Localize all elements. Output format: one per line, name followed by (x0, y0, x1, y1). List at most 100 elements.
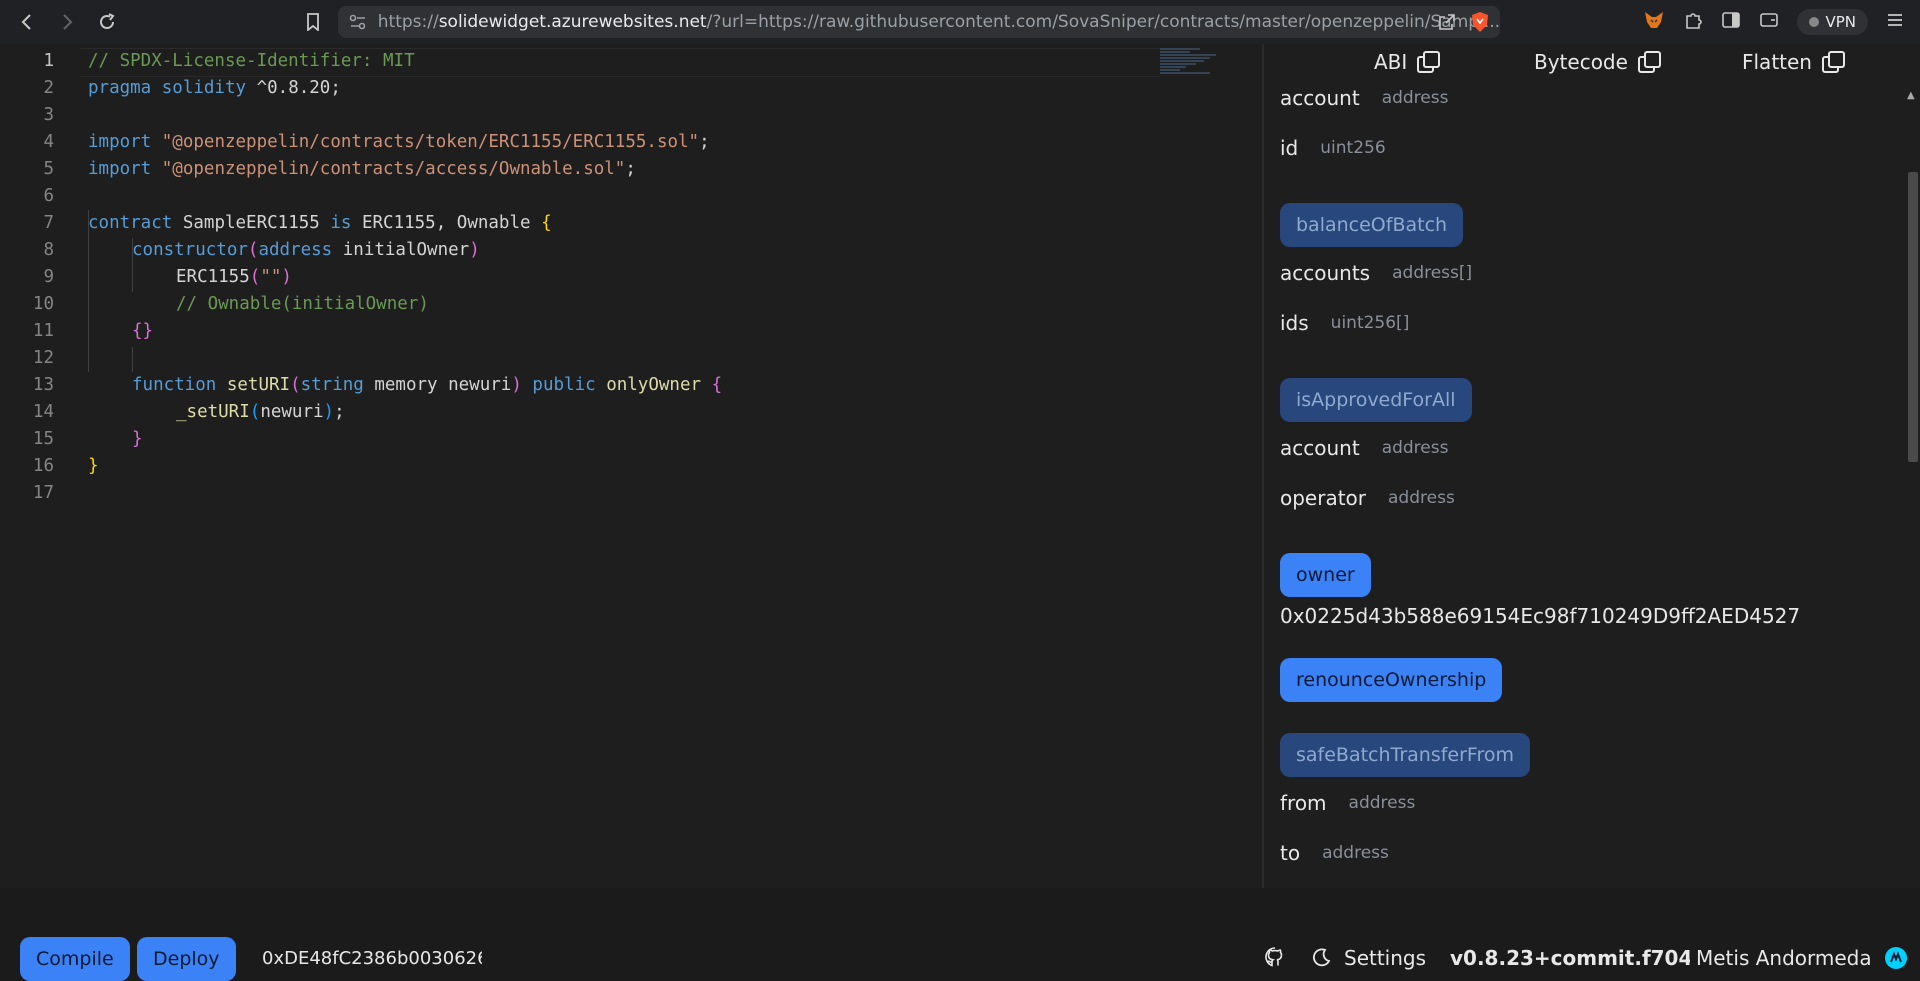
punct: ; (334, 402, 345, 422)
param-input[interactable]: address (1382, 438, 1449, 458)
bracket: ( (249, 402, 261, 422)
line-number: 4 (43, 132, 54, 152)
code-line: 4 import "@openzeppelin/contracts/token/E… (0, 129, 1160, 156)
code-editor[interactable]: 1 // SPDX-License-Identifier: MIT 2 pragma… (0, 44, 1262, 888)
param-name: to (1280, 841, 1301, 865)
settings-label: Settings (1344, 946, 1427, 970)
param-input[interactable]: address (1382, 88, 1449, 108)
copy-icon[interactable] (1821, 51, 1845, 73)
tab-flatten-label: Flatten (1742, 50, 1812, 74)
renounceOwnership-button[interactable]: renounceOwnership (1280, 658, 1503, 702)
line-number: 13 (32, 375, 54, 395)
tab-bytecode[interactable]: Bytecode (1534, 50, 1661, 74)
param-name: operator (1280, 486, 1367, 510)
share-icon[interactable] (1438, 13, 1456, 36)
identifier: ERC1155 (176, 267, 250, 287)
browser-toolbar: https://solidewidget.azurewebsites.net/?… (0, 0, 1920, 44)
line-number: 15 (32, 429, 54, 449)
function-name: setURI (216, 375, 291, 395)
metamask-icon[interactable] (1643, 10, 1665, 34)
copy-icon[interactable] (1637, 51, 1661, 73)
param-name: account (1280, 436, 1360, 460)
sidebar-icon[interactable] (1721, 11, 1741, 33)
line-number: 8 (43, 240, 54, 260)
bracket: {} (132, 321, 154, 341)
line-number: 9 (43, 267, 54, 287)
modifier: onlyOwner (595, 375, 712, 395)
bracket: ( (290, 375, 301, 395)
contract-panel: ABI Bytecode Flatten account address id ui… (1264, 44, 1920, 888)
compiler-version[interactable]: v0.8.23+commit.f704f36 (1450, 946, 1690, 970)
site-info-icon[interactable] (338, 14, 378, 30)
tab-abi[interactable]: ABI (1374, 50, 1441, 74)
scroll-up-icon[interactable]: ▲ (1907, 90, 1915, 101)
wallet-icon[interactable] (1759, 11, 1779, 33)
bracket: } (132, 429, 143, 449)
github-icon[interactable] (1264, 946, 1286, 968)
line-number: 6 (43, 186, 54, 206)
param-row: to address (1280, 838, 1389, 868)
vpn-button[interactable]: VPN (1797, 9, 1868, 35)
vpn-label: VPN (1825, 13, 1856, 31)
back-icon[interactable] (12, 7, 42, 37)
compiler-version-text: v0.8.23+commit.f704f36 (1450, 946, 1690, 970)
string: "@openzeppelin/contracts/token/ERC1155/E… (161, 132, 700, 152)
reload-icon[interactable] (92, 7, 122, 37)
code-line: 13 function setURI(string memory newuri) … (0, 372, 1160, 399)
param-row: account address (1280, 83, 1448, 113)
tab-flatten[interactable]: Flatten (1742, 50, 1845, 74)
tab-bytecode-label: Bytecode (1534, 50, 1628, 74)
identifier: newuri (260, 402, 324, 422)
identifier: SampleERC1155 (172, 213, 331, 233)
theme-toggle[interactable]: Settings (1310, 946, 1426, 970)
bottom-toolbar: Compile Deploy 0xDE48fC2386b00306268 Set… (0, 888, 1920, 981)
tab-abi-label: ABI (1374, 50, 1408, 74)
param-input[interactable]: uint256[] (1331, 313, 1410, 333)
owner-button[interactable]: owner (1280, 553, 1371, 597)
code-line: 5 import "@openzeppelin/contracts/access/… (0, 156, 1160, 183)
address-bar[interactable]: https://solidewidget.azurewebsites.net/?… (338, 6, 1500, 38)
keyword: contract (88, 213, 173, 233)
string: "@openzeppelin/contracts/access/Ownable.… (161, 159, 626, 179)
code-line: 15} (0, 426, 1160, 453)
network-selector[interactable]: Metis Andormeda (1696, 946, 1908, 970)
punct: ; (699, 132, 710, 152)
safeBatchTransferFrom-button[interactable]: safeBatchTransferFrom (1280, 733, 1531, 777)
keyword: pragma solidity (88, 78, 247, 98)
keyword: is (330, 213, 352, 233)
code-line: 17 (0, 480, 1160, 507)
line-number: 2 (43, 78, 54, 98)
minimap[interactable] (1160, 48, 1224, 88)
param-name: ids (1280, 311, 1309, 335)
param-name: id (1280, 136, 1299, 160)
bookmark-icon[interactable] (298, 7, 328, 37)
code-line: 10 // Ownable(initialOwner) (0, 291, 1160, 318)
param-input[interactable]: address (1322, 843, 1389, 863)
param-input[interactable]: address (1388, 488, 1455, 508)
compile-button[interactable]: Compile (20, 937, 130, 981)
contract-address-field[interactable]: 0xDE48fC2386b00306268 (262, 937, 482, 981)
isApprovedForAll-button[interactable]: isApprovedForAll (1280, 378, 1472, 422)
keyword: import (88, 159, 152, 179)
forward-icon[interactable] (52, 7, 82, 37)
param-row: accounts address[] (1280, 258, 1472, 288)
menu-icon[interactable] (1886, 12, 1904, 32)
balanceOfBatch-button[interactable]: balanceOfBatch (1280, 203, 1464, 247)
panel-scrollbar[interactable]: ▲ ▼ (1904, 88, 1920, 924)
brave-shields-icon[interactable] (1470, 11, 1490, 38)
keyword: string (300, 375, 364, 395)
extensions-icon[interactable] (1683, 10, 1703, 34)
string: "" (260, 267, 282, 287)
param-input[interactable]: address[] (1392, 263, 1472, 283)
deploy-button[interactable]: Deploy (137, 937, 236, 981)
identifier: memory newuri (363, 375, 512, 395)
param-input[interactable]: uint256 (1320, 138, 1385, 158)
bracket: ) (511, 375, 522, 395)
param-input[interactable]: address (1349, 793, 1416, 813)
param-name: from (1280, 791, 1327, 815)
param-name: accounts (1280, 261, 1371, 285)
copy-icon[interactable] (1417, 51, 1441, 73)
line-number: 1 (43, 51, 54, 71)
scrollbar-thumb[interactable] (1908, 172, 1918, 462)
line-number: 14 (32, 402, 54, 422)
